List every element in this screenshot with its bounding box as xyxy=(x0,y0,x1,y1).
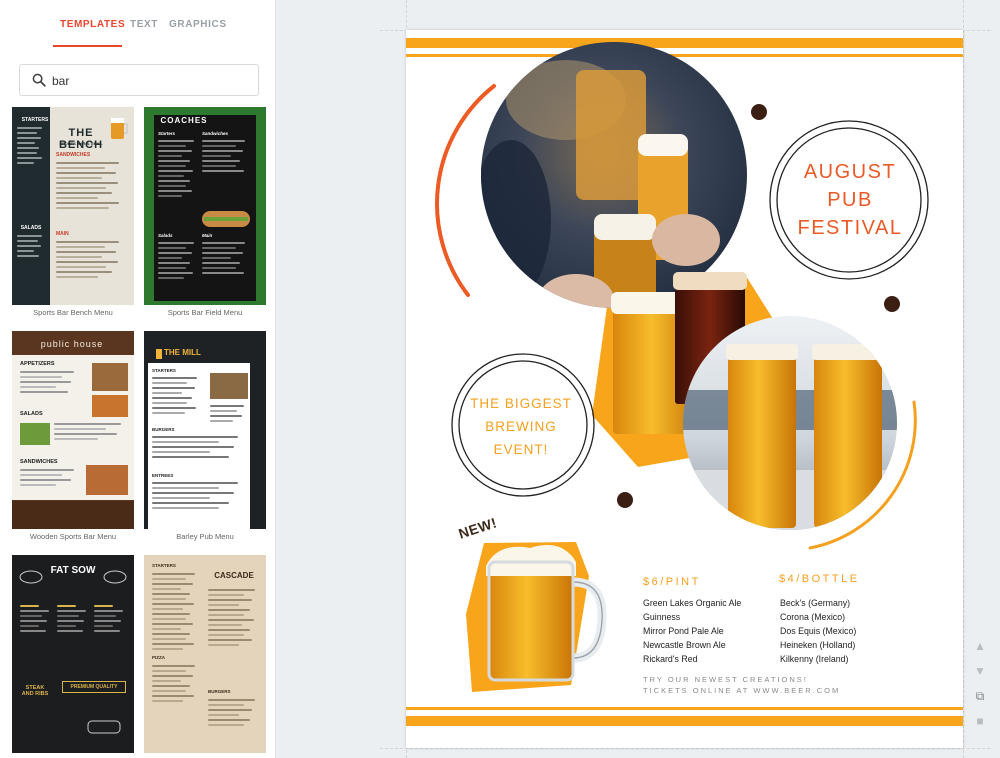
template-heading: MAIN xyxy=(56,231,69,237)
pint-beer-list[interactable]: Green Lakes Organic Ale Guinness Mirror … xyxy=(643,596,741,666)
list-item: Newcastle Brown Ale xyxy=(643,640,726,650)
template-caption: Wooden Sports Bar Menu xyxy=(29,532,117,541)
template-heading: SALADS xyxy=(20,411,43,417)
event-line: BREWING xyxy=(485,419,557,434)
template-caption: Barley Pub Menu xyxy=(176,532,234,541)
list-item: Guinness xyxy=(643,612,681,622)
list-item: Heineken (Holland) xyxy=(780,640,856,650)
duplicate-icon[interactable]: ⧉ xyxy=(972,688,988,704)
template-title: FAT SOW xyxy=(50,565,96,576)
guide-line xyxy=(380,748,990,749)
festival-line: FESTIVAL xyxy=(797,217,903,239)
tab-graphics[interactable]: GRAPHICS xyxy=(169,19,227,30)
festival-heading[interactable]: AUGUST PUB FESTIVAL xyxy=(776,158,924,242)
template-card-bench[interactable]: STARTERS THE BENCH SPORTS BAR & GRILL SA… xyxy=(12,107,134,317)
arrow-down-icon[interactable]: ▼ xyxy=(972,663,988,679)
promo-text[interactable]: TRY OUR NEWEST CREATIONS! TICKETS ONLINE… xyxy=(643,674,840,696)
template-title: public house xyxy=(40,339,104,349)
guide-line xyxy=(963,0,964,758)
event-line: EVENT! xyxy=(493,442,549,457)
list-item: Kilkenny (Ireland) xyxy=(780,654,849,664)
template-caption: Sports Bar Bench Menu xyxy=(33,308,113,317)
template-heading: BURGERS xyxy=(152,427,175,432)
template-card-cascade[interactable]: CASCADE STARTERS PIZZA BURGERS xyxy=(144,555,266,756)
decor-dot xyxy=(617,492,633,508)
template-subtitle: SPORTS BAR & GRILL xyxy=(59,141,103,146)
list-item: Rickard's Red xyxy=(643,654,698,664)
list-item: Corona (Mexico) xyxy=(780,612,846,622)
pint-price-header[interactable]: $6/PINT xyxy=(643,576,701,588)
beer-glasses-photo xyxy=(683,316,897,530)
list-item: Dos Equis (Mexico) xyxy=(780,626,857,636)
trash-icon[interactable]: ■ xyxy=(972,713,988,729)
tab-text[interactable]: TEXT xyxy=(130,19,158,30)
bottle-beer-list[interactable]: Beck's (Germany) Corona (Mexico) Dos Equ… xyxy=(780,596,856,666)
template-heading: BURGERS xyxy=(208,689,231,694)
flyer-page[interactable]: AUGUST PUB FESTIVAL THE BIGGEST BREWING … xyxy=(406,30,963,748)
promo-line: TRY OUR NEWEST CREATIONS! xyxy=(643,675,808,684)
decor-dot xyxy=(884,296,900,312)
template-heading: Starters xyxy=(158,131,176,136)
bottle-price-header[interactable]: $4/BOTTLE xyxy=(779,573,860,585)
template-heading: Salads xyxy=(158,233,173,238)
template-badge: PREMIUM QUALITY xyxy=(62,681,126,693)
template-heading: ENTREES xyxy=(152,473,174,478)
active-tab-indicator xyxy=(53,45,122,47)
template-caption: Sports Bar Field Menu xyxy=(167,308,243,317)
festival-line: AUGUST xyxy=(803,161,897,183)
template-heading: Main xyxy=(202,233,213,238)
template-title: THE MILL xyxy=(164,348,201,357)
element-tools: ▲ ▼ ⧉ ■ xyxy=(972,638,988,738)
template-heading: SALADS xyxy=(20,225,42,231)
stout-foam xyxy=(673,272,747,290)
template-card-public-house[interactable]: public house APPETIZERS SALADS SANDWICHE… xyxy=(12,331,134,541)
template-search[interactable] xyxy=(19,64,259,96)
arrow-up-icon[interactable]: ▲ xyxy=(972,638,988,654)
template-thumbnail: public house APPETIZERS SALADS SANDWICHE… xyxy=(12,331,134,529)
template-title: COACHES xyxy=(160,116,208,125)
template-card-the-mill[interactable]: THE MILL STARTERS BURGERS ENTREES Barley… xyxy=(144,331,266,541)
decor-dot xyxy=(751,104,767,120)
template-heading: STARTERS xyxy=(152,563,176,568)
template-heading: Sandwiches xyxy=(202,131,229,136)
template-heading: STEAK AND RIBS xyxy=(21,685,49,697)
festival-line: PUB xyxy=(827,189,873,211)
template-card-fat-sow[interactable]: FAT SOW PREMIUM QUALITY STEAK AND RIBS xyxy=(12,555,134,756)
panel-tabs: TEMPLATES TEXT GRAPHICS xyxy=(0,0,275,50)
templates-panel: TEMPLATES TEXT GRAPHICS STARTERS THE BEN… xyxy=(0,0,276,758)
template-thumbnail: FAT SOW PREMIUM QUALITY STEAK AND RIBS xyxy=(12,555,134,753)
event-heading[interactable]: THE BIGGEST BREWING EVENT! xyxy=(452,392,590,461)
template-thumbnail: CASCADE STARTERS PIZZA BURGERS xyxy=(144,555,266,753)
event-line: THE BIGGEST xyxy=(470,396,572,411)
template-thumbnail: THE MILL STARTERS BURGERS ENTREES xyxy=(144,331,266,529)
template-thumbnail: COACHES Starters Sandwiches Salads Main xyxy=(144,107,266,305)
template-thumbnail: STARTERS THE BENCH SPORTS BAR & GRILL SA… xyxy=(12,107,134,305)
template-heading: APPETIZERS xyxy=(20,361,55,367)
list-item: Mirror Pond Pale Ale xyxy=(643,626,724,636)
search-input[interactable] xyxy=(52,72,247,90)
tab-templates[interactable]: TEMPLATES xyxy=(60,19,125,30)
template-heading: STARTERS xyxy=(21,117,49,123)
template-card-coaches[interactable]: COACHES Starters Sandwiches Salads Main … xyxy=(144,107,266,317)
list-item: Green Lakes Organic Ale xyxy=(643,598,742,608)
template-heading: SANDWICHES xyxy=(56,152,91,158)
template-heading: STARTERS xyxy=(152,368,176,373)
template-title: THE BENCH xyxy=(58,127,104,151)
template-title: CASCADE xyxy=(214,571,254,580)
list-item: Beck's (Germany) xyxy=(780,598,851,608)
promo-line: TICKETS ONLINE AT WWW.BEER.COM xyxy=(643,686,841,695)
search-icon xyxy=(32,73,46,87)
template-heading: PIZZA xyxy=(152,655,165,660)
